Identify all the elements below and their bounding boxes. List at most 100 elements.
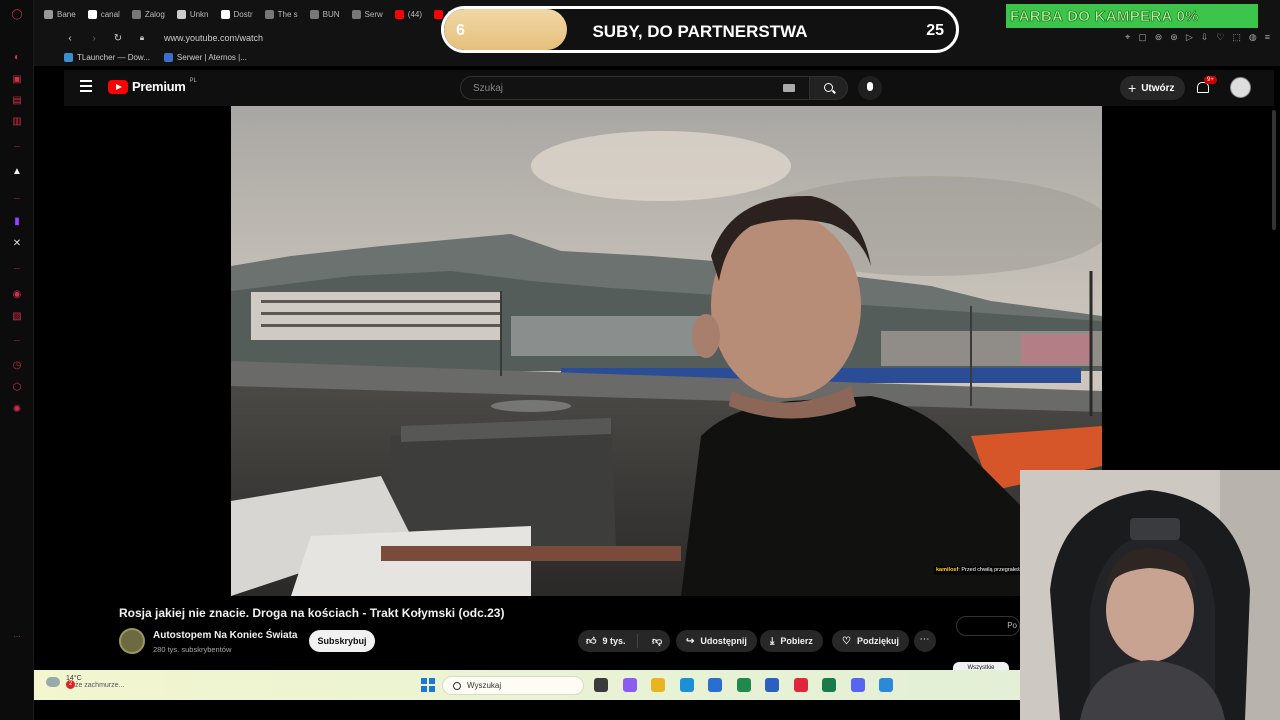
- weather-widget[interactable]: 2 14°C Duże zachmurze...: [46, 675, 124, 689]
- subscribe-button[interactable]: Subskrybuj: [309, 630, 375, 652]
- channel-avatar[interactable]: [119, 628, 145, 654]
- file-explorer-icon[interactable]: [594, 678, 608, 692]
- opera-sidebar: ◯ ◐ ▣ ▤ ▥ ▲ ▮ ✕ ◉ ▧ ◷ ⬡ ✺ ⋯: [0, 0, 34, 720]
- player-ext-icon[interactable]: ▷: [1186, 32, 1193, 43]
- extensions-icon[interactable]: ⬡: [11, 382, 23, 394]
- like-count: 9 tys.: [602, 636, 626, 646]
- sidebar-more-icon[interactable]: ⋯: [11, 632, 23, 644]
- search-input[interactable]: [461, 77, 761, 99]
- search-box: [460, 76, 810, 100]
- player-icon[interactable]: ◉: [11, 289, 23, 301]
- terminal-icon[interactable]: [822, 678, 836, 692]
- twitch-icon[interactable]: ▮: [11, 216, 23, 228]
- opera-logo-icon[interactable]: ◯: [11, 9, 23, 21]
- tab-label: canal: [100, 9, 120, 19]
- account-icon[interactable]: ◍: [1249, 32, 1257, 43]
- menu-icon[interactable]: [80, 80, 92, 92]
- opera-icon[interactable]: [793, 678, 808, 692]
- folder-icon[interactable]: [651, 678, 665, 692]
- video-player[interactable]: [231, 106, 1102, 596]
- tab-label: BUN: [322, 9, 340, 19]
- download-label: Pobierz: [780, 636, 813, 646]
- thanks-button[interactable]: ♡ Podziękuj: [832, 630, 909, 652]
- taskbar-search[interactable]: Wyszukaj: [442, 676, 584, 695]
- browser-tab[interactable]: Zalog: [128, 4, 169, 24]
- create-label: Utwórz: [1141, 82, 1175, 94]
- browser-tab[interactable]: canal: [84, 4, 124, 24]
- browser-tab[interactable]: Unkn: [173, 4, 213, 24]
- windows-taskbar: 2 14°C Duże zachmurze... Wyszukaj: [34, 670, 1020, 700]
- channel-name[interactable]: Autostopem Na Koniec Świata: [153, 630, 297, 641]
- pinned-app-icon[interactable]: ▲: [11, 166, 23, 178]
- page-scrollbar[interactable]: [1272, 110, 1276, 230]
- tab-favicon-icon: [264, 9, 274, 19]
- browser-tab[interactable]: (44): [391, 4, 426, 24]
- windows-start-icon[interactable]: [421, 678, 435, 692]
- sidebar-divider: [14, 340, 20, 341]
- reload-icon[interactable]: ↻: [112, 33, 124, 44]
- sidebar-divider: [14, 198, 20, 199]
- video-title: Rosja jakiej nie znacie. Droga na kościa…: [119, 606, 505, 620]
- browser-tab[interactable]: The s: [261, 4, 302, 24]
- bookmark-label: Serwer | Aternos |...: [176, 52, 247, 62]
- extensions-menu-icon[interactable]: ⬚: [1232, 32, 1241, 43]
- taskbar-search-icon: [453, 681, 461, 690]
- download-button[interactable]: ⤓ Pobierz: [760, 630, 823, 652]
- side-panel-button[interactable]: Po: [956, 616, 1020, 636]
- history-icon[interactable]: ◷: [11, 360, 23, 372]
- app-icon[interactable]: [879, 678, 893, 692]
- search-button[interactable]: [810, 76, 848, 100]
- wallet-icon[interactable]: ▧: [11, 311, 23, 323]
- url-field[interactable]: www.youtube.com/watch: [164, 33, 263, 43]
- browser-tab[interactable]: BUN: [306, 4, 344, 24]
- share-button[interactable]: ↪ Udostępnij: [676, 630, 757, 652]
- x-icon[interactable]: ✕: [11, 238, 23, 250]
- browser-tab[interactable]: Serw: [348, 4, 387, 24]
- word-icon[interactable]: [765, 678, 779, 692]
- weather-temp: 14°C: [66, 675, 82, 682]
- flow-icon[interactable]: ⊛: [1170, 32, 1178, 43]
- settings-icon[interactable]: ✺: [11, 404, 23, 416]
- tab-label: Unkn: [189, 9, 209, 19]
- weather-badge: 2: [66, 680, 75, 689]
- notifications-badge: 9+: [1204, 76, 1217, 84]
- copilot-icon[interactable]: [622, 678, 637, 692]
- tab-favicon-icon: [351, 9, 361, 19]
- keyboard-icon[interactable]: [783, 84, 795, 92]
- create-button[interactable]: + Utwórz: [1120, 76, 1185, 100]
- heart-icon[interactable]: ♡: [1216, 32, 1224, 43]
- snapshot-icon[interactable]: ▢: [1138, 32, 1147, 43]
- discord-icon[interactable]: [850, 678, 865, 692]
- download-icon[interactable]: ⇩: [1201, 32, 1209, 43]
- back-icon[interactable]: ‹: [64, 33, 76, 44]
- speed-dial-icon[interactable]: ◐: [11, 52, 23, 64]
- aria-icon[interactable]: ▣: [11, 74, 23, 86]
- dislike-button[interactable]: 👎︎: [644, 635, 662, 647]
- store-icon[interactable]: [708, 678, 722, 692]
- browser-tab[interactable]: Dostr: [217, 4, 257, 24]
- tab-favicon-icon: [87, 9, 97, 19]
- search-icon: [824, 83, 833, 92]
- youtube-logo[interactable]: Premium PL: [108, 78, 197, 94]
- download-arrow-icon: ⤓: [770, 635, 775, 647]
- pin-icon[interactable]: ⌖: [1125, 32, 1130, 43]
- browser-tab[interactable]: Bane: [40, 4, 80, 24]
- avatar[interactable]: [1230, 77, 1251, 98]
- thumbs-up-icon: 👍︎: [586, 636, 597, 647]
- like-dislike-group: 👍︎ 9 tys. 👎︎: [578, 630, 670, 652]
- easy-setup-icon[interactable]: ≡: [1265, 32, 1270, 43]
- excel-icon[interactable]: [736, 678, 751, 692]
- more-actions-icon[interactable]: ⋯: [914, 630, 936, 652]
- lock-icon: 🔒︎: [139, 33, 145, 42]
- music-icon[interactable]: ▥: [11, 116, 23, 128]
- voice-search-icon[interactable]: [858, 76, 882, 100]
- thumbs-down-icon: 👎︎: [652, 636, 663, 647]
- like-button[interactable]: 👍︎ 9 tys.: [578, 634, 638, 648]
- bookmark-item[interactable]: TLauncher — Dow...: [64, 52, 150, 62]
- subscriber-goal-bar: 6 SUBY, DO PARTNERSTWA 25: [441, 6, 959, 53]
- messenger-icon[interactable]: ▤: [11, 95, 23, 107]
- bookmark-item[interactable]: Serwer | Aternos |...: [163, 52, 247, 62]
- forward-icon[interactable]: ›: [88, 33, 100, 44]
- vpn-icon[interactable]: ⊚: [1155, 32, 1163, 43]
- edge-icon[interactable]: [679, 678, 694, 692]
